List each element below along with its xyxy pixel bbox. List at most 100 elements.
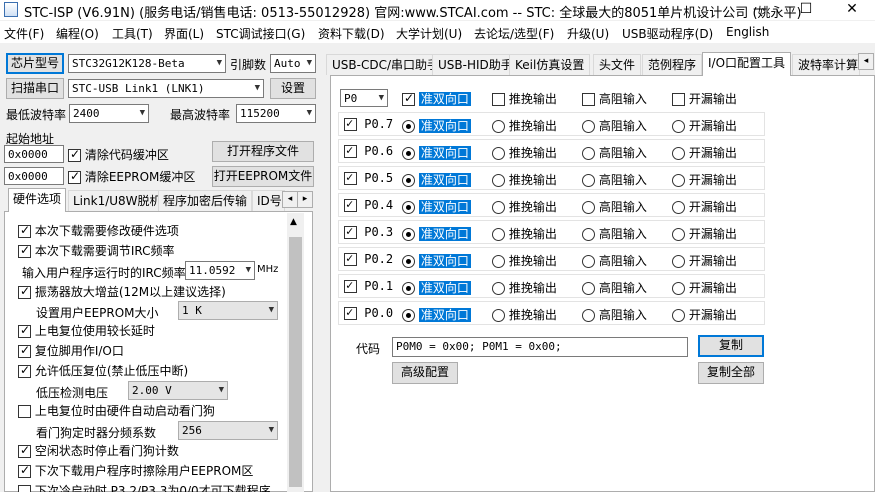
- pin-p04-pushpull-radio[interactable]: 推挽输出: [492, 198, 557, 215]
- close-button[interactable]: ✕: [829, 0, 875, 20]
- pin-p01-quasi-radio[interactable]: 准双向口: [402, 279, 471, 296]
- menu-english[interactable]: English: [726, 25, 769, 39]
- scroll-up-icon[interactable]: ▲: [290, 217, 297, 227]
- option-modify-hardware[interactable]: 本次下载需要修改硬件选项: [18, 222, 179, 242]
- pin-p04-highz-radio[interactable]: 高阻输入: [582, 198, 647, 215]
- pin-p03-quasi-radio[interactable]: 准双向口: [402, 225, 471, 242]
- pin-p00-quasi-radio[interactable]: 准双向口: [402, 306, 471, 323]
- option-erase-eeprom[interactable]: 下次下载用户程序时擦除用户EEPROM区: [18, 462, 253, 482]
- pin-p01-opendrain-radio[interactable]: 开漏输出: [672, 279, 737, 296]
- lvd-voltage-select[interactable]: 2.00 V ▼: [128, 381, 228, 400]
- option-reset-pin-io[interactable]: 复位脚用作I/O口: [18, 342, 124, 362]
- pin-p05-opendrain-radio[interactable]: 开漏输出: [672, 171, 737, 188]
- pin-p07-pushpull-radio[interactable]: 推挽输出: [492, 117, 557, 134]
- tab-scroll-right-icon[interactable]: ▸: [297, 191, 313, 208]
- tab-scroll-left-icon[interactable]: ◂: [282, 191, 298, 208]
- option-long-reset-delay[interactable]: 上电复位使用较长延时: [18, 322, 155, 342]
- pin-p07-opendrain-radio[interactable]: 开漏输出: [672, 117, 737, 134]
- irc-frequency-select[interactable]: 11.0592 ▼: [185, 261, 255, 280]
- option-adjust-irc[interactable]: 本次下载需要调节IRC频率: [18, 242, 175, 262]
- maximize-button[interactable]: ☐: [783, 0, 829, 20]
- port-mode-pushpull-checkbox[interactable]: 推挽输出: [492, 90, 557, 107]
- min-baud-select[interactable]: 2400 ▼: [69, 104, 149, 123]
- open-eeprom-file-button[interactable]: 打开EEPROM文件: [212, 166, 314, 187]
- pin-p03-opendrain-radio[interactable]: 开漏输出: [672, 225, 737, 242]
- scroll-thumb[interactable]: [289, 237, 302, 487]
- pin-p06-quasi-radio[interactable]: 准双向口: [402, 144, 471, 161]
- port-mode-highz-checkbox[interactable]: 高阻输入: [582, 90, 647, 107]
- menu-university[interactable]: 大学计划(U): [396, 25, 462, 42]
- pin-checkbox-p05[interactable]: P0.5: [344, 170, 393, 185]
- pin-p05-pushpull-radio[interactable]: 推挽输出: [492, 171, 557, 188]
- option-idle-stop-watchdog[interactable]: 空闲状态时停止看门狗计数: [18, 442, 179, 462]
- pin-p02-pushpull-radio[interactable]: 推挽输出: [492, 252, 557, 269]
- eeprom-start-address-input[interactable]: 0x0000: [4, 167, 64, 185]
- pin-p06-pushpull-radio[interactable]: 推挽输出: [492, 144, 557, 161]
- pin-p02-quasi-radio[interactable]: 准双向口: [402, 252, 471, 269]
- clear-code-buffer-checkbox[interactable]: 清除代码缓冲区: [68, 146, 169, 163]
- eeprom-size-select[interactable]: 1 K ▼: [178, 301, 278, 320]
- settings-button[interactable]: 设置: [270, 78, 316, 99]
- pin-p05-quasi-radio[interactable]: 准双向口: [402, 171, 471, 188]
- menu-forum[interactable]: 去论坛/选型(F): [474, 25, 554, 42]
- menu-download[interactable]: 资料下载(D): [318, 25, 385, 42]
- menu-program[interactable]: 编程(O): [56, 25, 99, 42]
- pin-p02-opendrain-radio[interactable]: 开漏输出: [672, 252, 737, 269]
- copy-button[interactable]: 复制: [698, 335, 764, 357]
- option-hardware-watchdog[interactable]: 上电复位时由硬件自动启动看门狗: [18, 402, 215, 422]
- option-p32-p33-download[interactable]: 下次冷启动时,P3.2/P3.3为0/0才可下载程序: [18, 482, 271, 492]
- menu-debug[interactable]: STC调试接口(G): [216, 25, 305, 42]
- max-baud-select[interactable]: 115200 ▼: [236, 104, 316, 123]
- open-program-file-button[interactable]: 打开程序文件: [212, 141, 314, 162]
- port-mode-quasi-checkbox[interactable]: 准双向口: [402, 90, 471, 107]
- pin-p04-opendrain-radio[interactable]: 开漏输出: [672, 198, 737, 215]
- menu-interface[interactable]: 界面(L): [164, 25, 204, 42]
- right-tab-scroll-icon[interactable]: ◂: [858, 53, 874, 70]
- tab-id-number[interactable]: ID号: [252, 190, 285, 211]
- tab-keil-simulation[interactable]: Keil仿真设置: [509, 54, 591, 75]
- tab-link1-offline[interactable]: Link1/U8W脱机: [68, 190, 167, 211]
- tab-example-programs[interactable]: 范例程序: [642, 54, 703, 75]
- chip-model-select[interactable]: STC32G12K128-Beta ▼: [68, 54, 226, 73]
- clear-eeprom-buffer-checkbox[interactable]: 清除EEPROM缓冲区: [68, 168, 195, 185]
- tab-usb-cdc-serial[interactable]: USB-CDC/串口助手: [326, 54, 446, 75]
- pin-p07-quasi-radio[interactable]: 准双向口: [402, 117, 471, 134]
- pin-p03-pushpull-radio[interactable]: 推挽输出: [492, 225, 557, 242]
- pin-checkbox-p02[interactable]: P0.2: [344, 251, 393, 266]
- tab-baud-calculator[interactable]: 波特率计算: [792, 54, 860, 75]
- pin-p07-highz-radio[interactable]: 高阻输入: [582, 117, 647, 134]
- pin-p06-highz-radio[interactable]: 高阻输入: [582, 144, 647, 161]
- copy-all-button[interactable]: 复制全部: [698, 362, 764, 384]
- pin-checkbox-p03[interactable]: P0.3: [344, 224, 393, 239]
- option-oscillator-gain[interactable]: 振荡器放大增益(12M以上建议选择): [18, 283, 226, 303]
- pin-p00-opendrain-radio[interactable]: 开漏输出: [672, 306, 737, 323]
- pin-p01-highz-radio[interactable]: 高阻输入: [582, 279, 647, 296]
- serial-port-select[interactable]: STC-USB Link1 (LNK1) ▼: [68, 79, 264, 98]
- menu-file[interactable]: 文件(F): [4, 25, 44, 42]
- tab-io-config-tool[interactable]: I/O口配置工具: [702, 52, 792, 76]
- tab-hardware-options[interactable]: 硬件选项: [8, 188, 67, 212]
- minimize-button[interactable]: —: [737, 0, 783, 20]
- tab-header-files[interactable]: 头文件: [593, 54, 642, 75]
- pin-p05-highz-radio[interactable]: 高阻输入: [582, 171, 647, 188]
- pin-p02-highz-radio[interactable]: 高阻输入: [582, 252, 647, 269]
- code-start-address-input[interactable]: 0x0000: [4, 145, 64, 163]
- menu-tools[interactable]: 工具(T): [112, 25, 153, 42]
- menu-usb-driver[interactable]: USB驱动程序(D): [622, 25, 713, 42]
- watchdog-prescaler-select[interactable]: 256 ▼: [178, 421, 278, 440]
- pin-p00-pushpull-radio[interactable]: 推挽输出: [492, 306, 557, 323]
- pin-p06-opendrain-radio[interactable]: 开漏输出: [672, 144, 737, 161]
- tab-encrypted-transfer[interactable]: 程序加密后传输: [158, 190, 253, 211]
- scan-port-button[interactable]: 扫描串口: [6, 78, 64, 99]
- option-low-voltage-reset[interactable]: 允许低压复位(禁止低压中断): [18, 362, 188, 382]
- pin-p01-pushpull-radio[interactable]: 推挽输出: [492, 279, 557, 296]
- menu-upgrade[interactable]: 升级(U): [567, 25, 609, 42]
- pin-checkbox-p07[interactable]: P0.7: [344, 116, 393, 131]
- pin-checkbox-p06[interactable]: P0.6: [344, 143, 393, 158]
- pin-p04-quasi-radio[interactable]: 准双向口: [402, 198, 471, 215]
- pin-checkbox-p00[interactable]: P0.0: [344, 305, 393, 320]
- port-mode-opendrain-checkbox[interactable]: 开漏输出: [672, 90, 737, 107]
- code-output-field[interactable]: P0M0 = 0x00; P0M1 = 0x00;: [392, 337, 688, 357]
- pin-p03-highz-radio[interactable]: 高阻输入: [582, 225, 647, 242]
- options-scrollbar[interactable]: ▲: [287, 213, 304, 492]
